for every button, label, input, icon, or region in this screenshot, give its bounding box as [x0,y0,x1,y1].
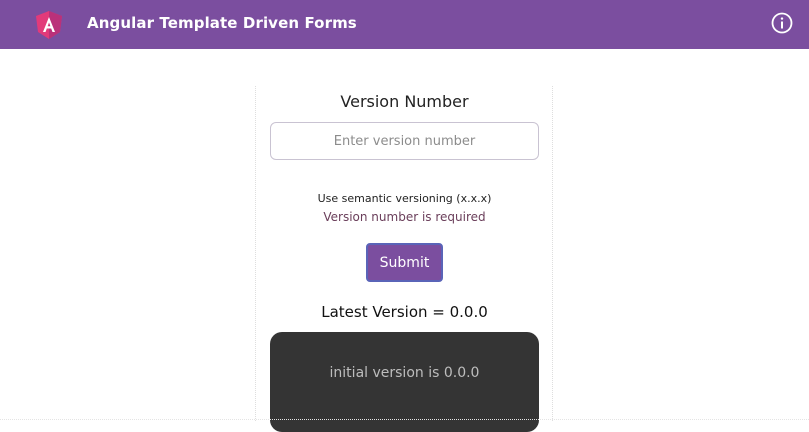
version-panel: initial version is 0.0.0 [270,332,539,432]
info-icon[interactable] [771,12,793,34]
panel-text: initial version is 0.0.0 [329,365,480,381]
app-header: Angular Template Driven Forms [0,0,809,49]
app-title: Angular Template Driven Forms [87,14,357,32]
versioning-hint: Use semantic versioning (x.x.x) [317,192,492,205]
angular-logo-icon [36,11,62,39]
version-label: Version Number [340,92,469,111]
latest-version: Latest Version = 0.0.0 [321,303,488,321]
submit-button[interactable]: Submit [366,243,443,282]
version-input[interactable] [270,122,539,160]
required-error: Version number is required [323,210,486,224]
divider [0,419,809,420]
